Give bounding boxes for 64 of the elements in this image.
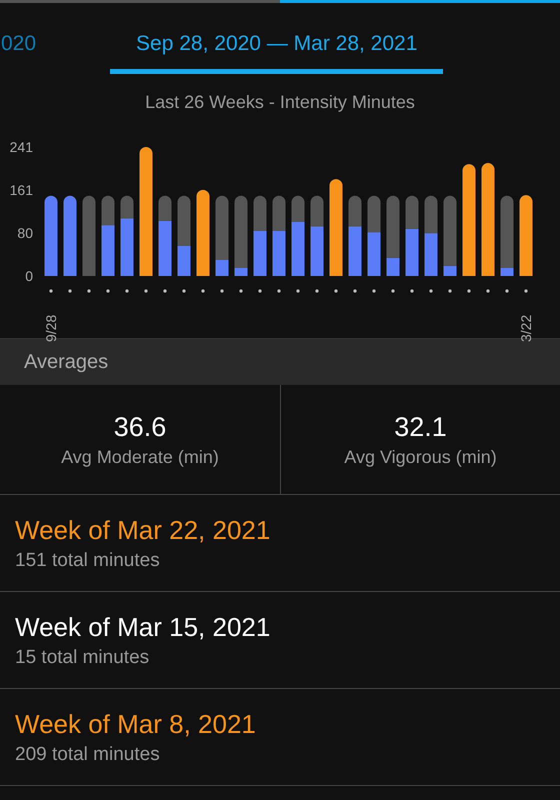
- week-total: 151 total minutes: [15, 550, 161, 572]
- average-label: Avg Moderate (min): [61, 446, 219, 468]
- below-goal-bar: [444, 266, 456, 276]
- below-goal-bar: [310, 226, 324, 276]
- tick-dot: [486, 289, 490, 293]
- tick-dot: [391, 289, 395, 293]
- tick-dot: [239, 289, 243, 293]
- y-axis-label: 80: [17, 225, 33, 242]
- below-goal-bar: [424, 233, 438, 276]
- tick-dot: [524, 289, 528, 293]
- section-title: Averages: [24, 350, 108, 374]
- below-goal-bar: [386, 258, 400, 276]
- tick-dot: [448, 289, 452, 293]
- tick-dot: [372, 289, 376, 293]
- below-goal-bar: [158, 220, 172, 276]
- tick-dot: [296, 289, 300, 293]
- x-axis-label: 9/28: [43, 314, 59, 342]
- tick-dot: [467, 289, 471, 293]
- below-goal-bar: [254, 231, 266, 276]
- y-axis-label: 161: [10, 182, 33, 198]
- tick-dot: [163, 289, 167, 293]
- week-title: Week of Mar 15, 2021: [15, 612, 272, 642]
- date-range-tab[interactable]: Sep 28, 2020 — Mar 28, 2021: [110, 24, 444, 74]
- below-goal-bar: [292, 222, 304, 276]
- tick-dot: [87, 289, 91, 293]
- tick-dot: [505, 289, 509, 293]
- below-goal-bar: [216, 260, 228, 276]
- tick-dot: [49, 289, 53, 293]
- average-value: 32.1: [394, 412, 447, 442]
- week-item[interactable]: Week of Mar 15, 2021 15 total minutes: [0, 592, 560, 689]
- tick-dot: [277, 289, 281, 293]
- tick-dot: [334, 289, 338, 293]
- tick-dot: [220, 289, 224, 293]
- tick-dot: [125, 289, 129, 293]
- week-total: 15 total minutes: [15, 646, 150, 668]
- y-axis-label: 0: [25, 268, 33, 284]
- tick-dot: [353, 289, 357, 293]
- tick-dot: [410, 289, 414, 293]
- week-total: 209 total minutes: [15, 744, 161, 766]
- average-value: 36.6: [114, 412, 166, 442]
- below-goal-bar: [120, 218, 134, 276]
- tick-dot: [201, 289, 205, 293]
- below-goal-bar: [178, 246, 190, 276]
- week-item[interactable]: Week of Mar 22, 2021 151 total minutes: [0, 495, 560, 592]
- x-axis-label: 3/22: [518, 314, 534, 342]
- week-title: Week of Mar 8, 2021: [15, 708, 257, 740]
- below-goal-bar: [102, 225, 114, 276]
- average-label: Avg Vigorous (min): [344, 446, 497, 468]
- chart-title: Last 26 Weeks - Intensity Minutes: [144, 92, 416, 114]
- below-goal-bar: [368, 232, 380, 276]
- tick-dot: [182, 289, 186, 293]
- week-item[interactable]: Week of Mar 8, 2021 209 total minutes: [0, 689, 560, 786]
- date-range-tab[interactable]: 020: [1, 24, 36, 70]
- below-goal-bar: [272, 231, 286, 276]
- tick-dot: [68, 289, 72, 293]
- below-goal-bar: [406, 228, 418, 276]
- tick-dot: [258, 289, 262, 293]
- tick-dot: [106, 289, 110, 293]
- tick-dot: [144, 289, 148, 293]
- below-goal-bar: [348, 226, 362, 276]
- tick-dot: [315, 289, 319, 293]
- week-title: Week of Mar 22, 2021: [15, 514, 272, 546]
- tick-dot: [429, 289, 433, 293]
- y-axis-label: 241: [10, 139, 33, 155]
